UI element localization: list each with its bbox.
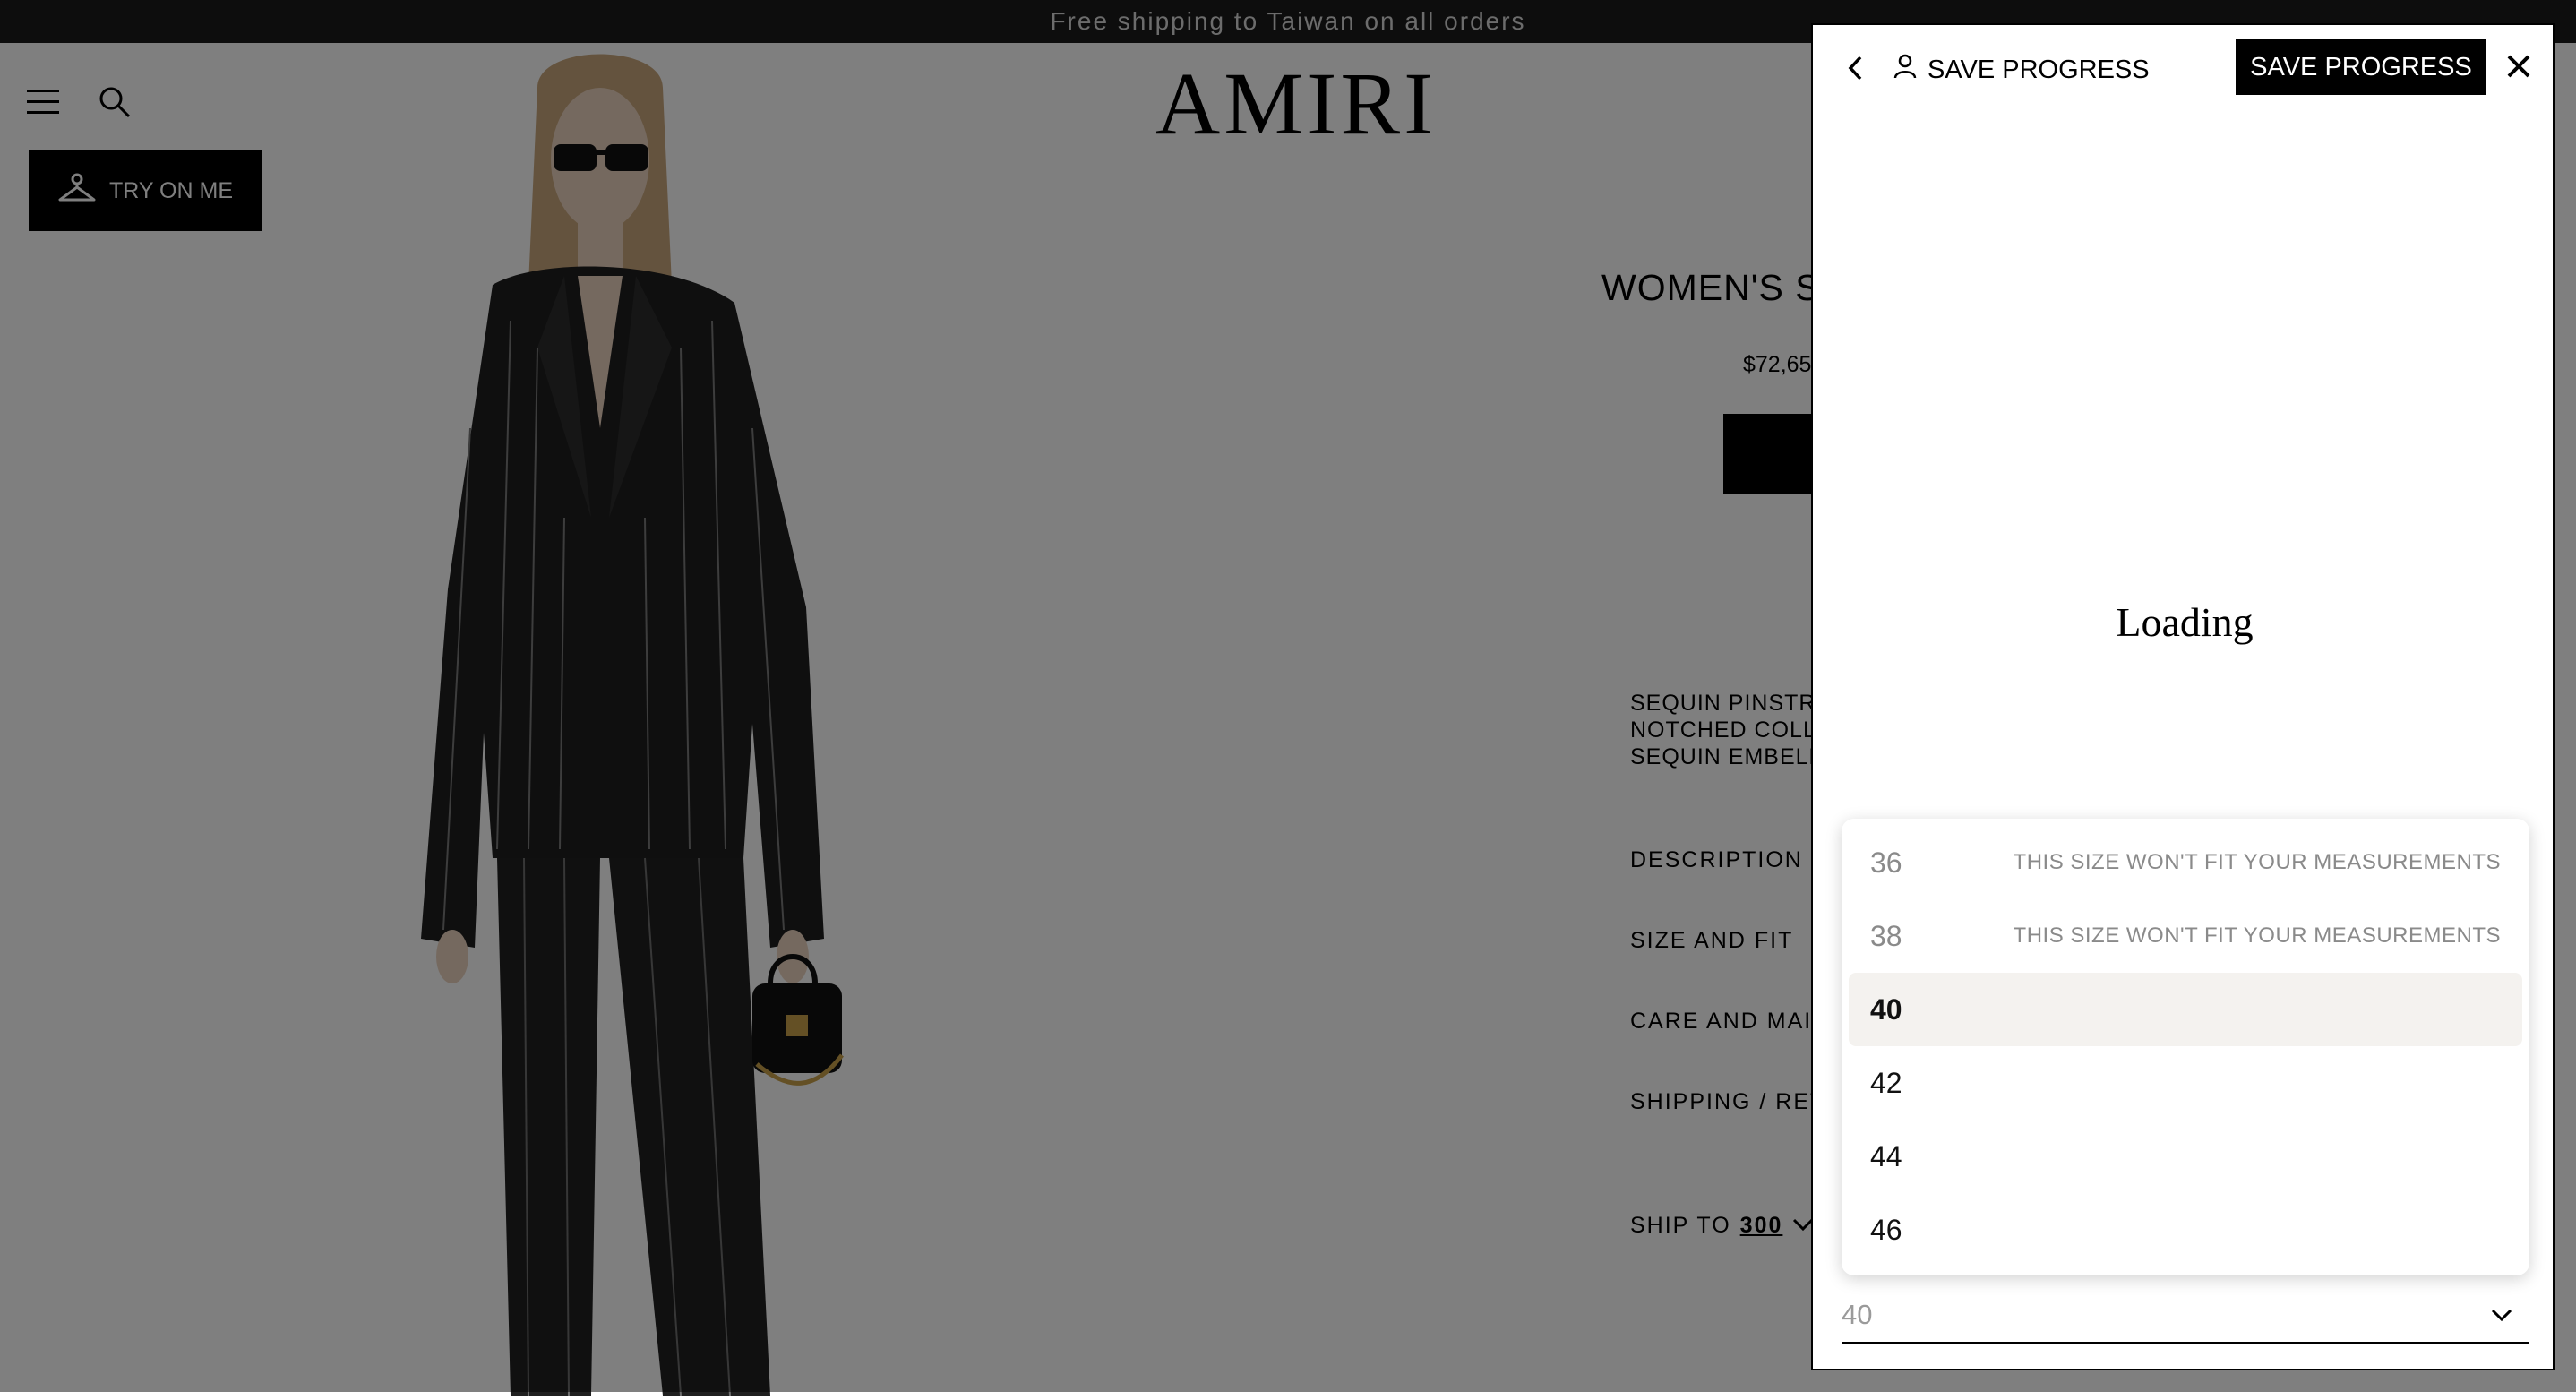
size-option-value: 42 [1870,1066,1902,1099]
fit-finder-modal: SAVE PROGRESS SAVE PROGRESS Loading 36 T… [1811,23,2555,1370]
size-option-value: 36 [1870,846,1902,879]
size-option-36[interactable]: 36 THIS SIZE WON'T FIT YOUR MEASUREMENTS [1849,826,2522,899]
save-progress-label: SAVE PROGRESS [1928,55,2150,84]
back-button[interactable] [1842,52,1868,88]
size-option-note: THIS SIZE WON'T FIT YOUR MEASUREMENTS [2013,923,2501,948]
size-option-38[interactable]: 38 THIS SIZE WON'T FIT YOUR MEASUREMENTS [1849,899,2522,973]
size-option-value: 44 [1870,1139,1902,1172]
size-select[interactable]: 40 [1842,1288,2529,1344]
size-option-value: 40 [1870,992,1902,1026]
close-icon [2506,54,2531,83]
size-option-note: THIS SIZE WON'T FIT YOUR MEASUREMENTS [2013,850,2501,874]
size-option-42[interactable]: 42 [1849,1046,2522,1120]
save-progress-button[interactable]: SAVE PROGRESS [2236,39,2486,95]
size-option-value: 46 [1870,1213,1902,1246]
size-option-46[interactable]: 46 [1849,1193,2522,1267]
size-dropdown-list: 36 THIS SIZE WON'T FIT YOUR MEASUREMENTS… [1842,819,2529,1275]
chevron-down-icon [2488,1301,2515,1328]
user-icon [1893,54,1917,86]
size-option-44[interactable]: 44 [1849,1120,2522,1193]
loading-indicator: Loading [2116,599,2254,645]
size-option-value: 38 [1870,919,1902,952]
close-button[interactable] [2501,50,2537,86]
chevron-left-icon [1846,55,1864,86]
size-option-40[interactable]: 40 [1849,973,2522,1046]
save-progress-link[interactable]: SAVE PROGRESS [1893,50,2150,90]
size-select-value: 40 [1842,1299,1873,1330]
